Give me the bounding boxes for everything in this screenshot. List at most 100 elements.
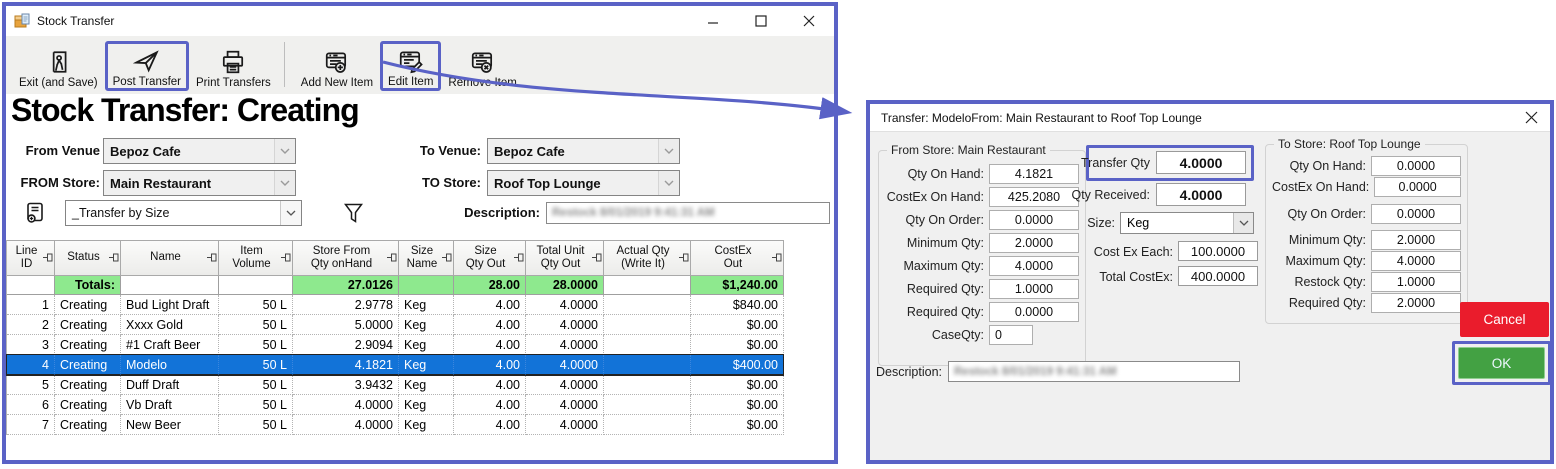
transfer-qty-label: Transfer Qty [1050, 156, 1150, 170]
stock-transfer-window: Stock Transfer Exit (and Save) Post Tran… [2, 2, 838, 464]
description-redacted-text: Restock 8/01/2019 9:41:31 AM [552, 207, 715, 219]
total-costex-field[interactable]: 400.0000 [1178, 266, 1258, 286]
from-venue-select[interactable]: Bepoz Cafe [103, 138, 296, 164]
to-venue-select[interactable]: Bepoz Cafe [487, 138, 680, 164]
pin-icon [514, 253, 524, 266]
cost-ex-each-field[interactable]: 100.0000 [1178, 241, 1258, 261]
qty-received-input[interactable]: 4.0000 [1156, 183, 1246, 206]
pin-icon [387, 253, 397, 266]
column-header[interactable]: Line ID [7, 240, 55, 276]
chevron-down-icon [658, 139, 679, 163]
cancel-button[interactable]: Cancel [1460, 302, 1549, 337]
qty-on-hand-field[interactable]: 0.0000 [1371, 156, 1461, 176]
cost-ex-each-label: Cost Ex Each: [1060, 245, 1173, 259]
window-controls [706, 14, 826, 28]
toolbar-separator [284, 42, 285, 87]
toolbar-label: Print Transfers [196, 77, 271, 89]
column-header[interactable]: Size Qty Out [454, 240, 526, 276]
transfer-template-select[interactable]: _Transfer by Size [65, 200, 302, 226]
from-store-group: From Store: Main Restaurant Qty On Hand:… [878, 150, 1086, 366]
window-titlebar: Stock Transfer [6, 6, 834, 36]
table-header-row: Line ID Status Name Item Volume Store Fr… [7, 240, 783, 276]
table-row-selected[interactable]: 4CreatingModelo50 L4.1821Keg4.004.0000$4… [7, 355, 783, 375]
print-transfers-button[interactable]: Print Transfers [189, 43, 278, 91]
toolbar-label: Edit Item [388, 76, 433, 88]
window-title: Stock Transfer [37, 14, 114, 28]
chevron-down-icon [274, 171, 295, 195]
column-header[interactable]: Total Unit Qty Out [526, 240, 604, 276]
print-icon [220, 47, 246, 77]
totals-costex-out: $1,240.00 [691, 276, 784, 295]
restock-qty-field[interactable]: 1.0000 [1371, 272, 1461, 292]
totals-row: Totals: 27.0126 28.00 28.0000 $1,240.00 [7, 276, 783, 295]
required-qty-field[interactable]: 2.0000 [1371, 293, 1461, 313]
column-header[interactable]: Store From Qty onHand [293, 240, 399, 276]
edit-item-button[interactable]: Edit Item [380, 41, 441, 91]
qty-on-order-field[interactable]: 0.0000 [989, 210, 1079, 230]
close-icon[interactable] [802, 14, 816, 28]
remove-item-icon [469, 47, 496, 77]
table-row[interactable]: 6CreatingVb Draft50 L4.0000Keg4.004.0000… [7, 395, 783, 415]
transfer-template-icon[interactable] [22, 200, 48, 226]
pin-icon [109, 253, 119, 266]
exit-and-save-button[interactable]: Exit (and Save) [12, 43, 105, 91]
from-store-select[interactable]: Main Restaurant [103, 170, 296, 196]
post-transfer-button[interactable]: Post Transfer [105, 41, 189, 91]
table-row[interactable]: 1CreatingBud Light Draft50 L2.9778Keg4.0… [7, 295, 783, 315]
minimum-qty-field[interactable]: 2.0000 [1371, 230, 1461, 250]
column-header[interactable]: CostEx Out [691, 240, 784, 276]
column-header[interactable]: Size Name [399, 240, 454, 276]
costex-on-hand-field[interactable]: 0.0000 [1374, 177, 1461, 197]
table-row[interactable]: 3Creating#1 Craft Beer50 L2.9094Keg4.004… [7, 335, 783, 355]
minimize-icon[interactable] [706, 14, 720, 28]
maximize-icon[interactable] [754, 14, 768, 28]
table-row[interactable]: 2CreatingXxxx Gold50 L5.0000Keg4.004.000… [7, 315, 783, 335]
transfer-qty-input[interactable]: 4.0000 [1156, 151, 1246, 174]
chevron-down-icon [658, 171, 679, 195]
remove-item-button[interactable]: Remove Item [441, 43, 523, 91]
required-qty-field[interactable]: 0.0000 [989, 302, 1079, 322]
add-new-item-button[interactable]: Add New Item [294, 43, 380, 91]
chevron-down-icon [280, 201, 301, 225]
toolbar-label: Add New Item [301, 77, 373, 89]
total-costex-label: Total CostEx: [1060, 270, 1173, 284]
pin-icon [772, 253, 782, 266]
table-row[interactable]: 7CreatingNew Beer50 L4.0000Keg4.004.0000… [7, 415, 783, 435]
totals-label: Totals: [55, 276, 121, 295]
close-icon[interactable] [1523, 110, 1539, 126]
column-header[interactable]: Item Volume [219, 240, 293, 276]
exit-icon [45, 47, 71, 77]
chevron-down-icon [1233, 213, 1253, 233]
page-title: Stock Transfer: Creating [11, 92, 359, 129]
toolbar-label: Remove Item [448, 77, 516, 89]
totals-size-qty-out: 28.00 [454, 276, 526, 295]
table-row[interactable]: 5CreatingDuff Draft50 L3.9432Keg4.004.00… [7, 375, 783, 395]
pin-icon [281, 253, 291, 266]
to-store-select[interactable]: Roof Top Lounge [487, 170, 680, 196]
maximum-qty-field[interactable]: 4.0000 [1371, 251, 1461, 271]
column-header[interactable]: Name [121, 240, 219, 276]
to-store-group-title: To Store: Roof Top Lounge [1274, 137, 1425, 151]
to-venue-label: To Venue: [376, 143, 481, 158]
column-header[interactable]: Actual Qty (Write It) [604, 240, 691, 276]
to-store-group: To Store: Roof Top Lounge Qty On Hand:0.… [1265, 144, 1468, 324]
pin-icon [592, 253, 602, 266]
dialog-description-input[interactable]: Restock 8/01/2019 9:41:31 AM [948, 361, 1240, 382]
description-input[interactable]: Restock 8/01/2019 9:41:31 AM [546, 202, 830, 224]
pin-icon [442, 253, 452, 266]
description-redacted-text: Restock 8/01/2019 9:41:31 AM [954, 366, 1117, 378]
qty-on-order-field[interactable]: 0.0000 [1371, 204, 1461, 224]
transfer-items-table: Line ID Status Name Item Volume Store Fr… [6, 240, 783, 435]
filter-icon[interactable] [342, 201, 364, 225]
column-header[interactable]: Status [55, 240, 121, 276]
ok-button[interactable]: OK [1458, 347, 1545, 379]
dialog-title: Transfer: ModeloFrom: Main Restaurant to… [881, 111, 1202, 125]
totals-total-unit-qty-out: 28.0000 [526, 276, 604, 295]
pin-icon [43, 253, 53, 266]
from-store-label: FROM Store: [6, 175, 100, 190]
case-qty-field[interactable]: 0 [989, 325, 1033, 345]
size-select[interactable]: Keg [1120, 212, 1254, 234]
app-icon [14, 12, 30, 31]
add-item-icon [323, 47, 350, 77]
from-store-group-title: From Store: Main Restaurant [887, 143, 1050, 157]
